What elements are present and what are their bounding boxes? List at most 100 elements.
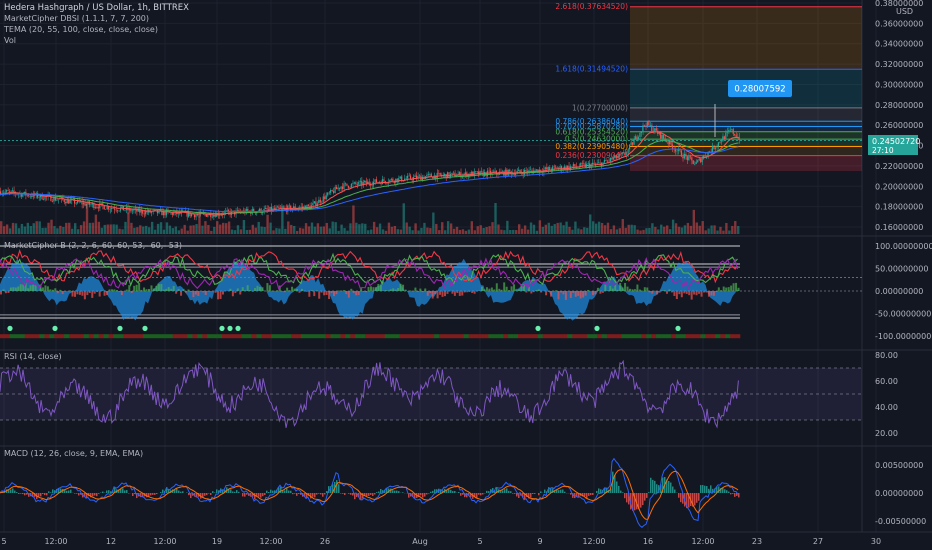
mcb-moneyflow-bar — [594, 291, 597, 295]
candle-body — [7, 190, 9, 192]
candle-body — [458, 172, 460, 175]
candle-body — [236, 210, 238, 211]
mcb-moneyflow-bar — [239, 291, 242, 295]
mcb-trend-strip — [113, 334, 119, 339]
mcb-trend-strip — [414, 334, 420, 339]
mcb-moneyflow-bar — [370, 286, 372, 291]
mcb-moneyflow-bar — [434, 291, 437, 295]
volume-bar — [278, 228, 281, 234]
mcb-trend-strip — [152, 334, 159, 339]
indicator-rsi[interactable]: RSI (14, close) — [4, 352, 62, 361]
volume-bar — [233, 230, 237, 234]
volume-bar — [260, 226, 263, 234]
volume-bar — [82, 221, 86, 234]
volume-bar — [594, 223, 598, 234]
candle-body — [190, 213, 193, 217]
indicator-dbsi[interactable]: MarketCipher DBSI (1.1.1, 7, 7, 200) — [4, 14, 149, 23]
fib-label: 2.618(0.37634520) — [555, 2, 628, 11]
volume-bar — [307, 226, 311, 234]
mcb-trend-strip — [93, 334, 99, 339]
mcb-trend-strip — [9, 334, 16, 339]
mcb-trend-strip — [636, 334, 642, 339]
mcb-moneyflow-bar — [537, 289, 540, 291]
macd-histogram-bar — [14, 490, 16, 493]
candle-body — [325, 195, 327, 200]
volume-bar — [686, 222, 690, 234]
mcb-trend-strip — [735, 334, 741, 339]
volume-bar — [449, 223, 453, 234]
macd-histogram-bar — [538, 493, 540, 496]
mcb-trend-strip — [478, 334, 484, 339]
volume-bar — [38, 221, 41, 234]
volume-bar — [636, 229, 639, 234]
volume-bar — [222, 222, 225, 234]
candle-body — [729, 129, 731, 131]
macd-histogram-bar — [596, 490, 598, 493]
mcb-trend-strip — [78, 334, 85, 339]
indicator-tema[interactable]: TEMA (20, 55, 100, close, close, close) — [3, 25, 158, 34]
mcb-moneyflow-bar — [426, 291, 429, 296]
volume-bar — [242, 219, 246, 234]
macd-histogram-bar — [206, 493, 208, 496]
indicator-mcb[interactable]: MarketCipher B (2, 2, 6, 60, 60, 53, -60… — [4, 241, 182, 250]
mcb-moneyflow-bar — [555, 290, 557, 291]
mcb-moneyflow-bar — [96, 291, 99, 293]
macd-histogram-bar — [532, 493, 534, 494]
volume-bar — [482, 228, 485, 234]
candle-body — [624, 152, 626, 155]
macd-histogram-bar — [270, 489, 272, 493]
macd-histogram-bar — [586, 493, 588, 499]
indicator-macd[interactable]: MACD (12, 26, close, 9, EMA, EMA) — [4, 449, 143, 458]
symbol-title[interactable]: Hedera Hashgraph / US Dollar, 1h, BITTRE… — [4, 3, 189, 13]
macd-histogram-bar — [68, 490, 70, 493]
candle-body — [639, 132, 641, 138]
mcb-axis-label: 0.00000000 — [875, 287, 923, 296]
candle-body — [26, 194, 28, 196]
macd-histogram-bar — [370, 493, 372, 495]
macd-histogram-bar — [38, 493, 40, 497]
volume-bar — [648, 227, 651, 234]
mcb-moneyflow-bar — [165, 288, 168, 291]
mcb-moneyflow-bar — [318, 291, 321, 299]
mcb-buy-dot — [235, 325, 241, 331]
candle-body — [269, 206, 271, 210]
macd-histogram-bar — [126, 490, 128, 493]
mcb-moneyflow-bar — [355, 291, 358, 296]
macd-histogram-bar — [670, 482, 672, 493]
mcb-trend-strip — [379, 334, 386, 339]
volume-bar — [411, 230, 414, 234]
macd-histogram-bar — [162, 489, 164, 493]
mcb-moneyflow-bar — [330, 291, 333, 294]
candle-body — [553, 166, 555, 168]
candle-body — [407, 175, 409, 179]
volume-bar — [88, 222, 92, 234]
chart-canvas[interactable]: 2.618(0.37634520) 1.618(0.31494520) 1(0.27… — [0, 0, 932, 550]
mcb-trend-strip — [108, 334, 114, 339]
mcb-moneyflow-bar — [712, 291, 715, 296]
macd-histogram-bar — [600, 489, 602, 493]
candle-body — [359, 180, 361, 182]
mcb-moneyflow-bar — [130, 291, 133, 293]
volume-bar — [130, 222, 133, 234]
mcb-moneyflow-bar — [453, 291, 456, 296]
macd-histogram-bar — [78, 493, 80, 496]
candle-body — [381, 179, 384, 185]
mcb-moneyflow-bar — [466, 291, 469, 293]
mcb-moneyflow-bar — [698, 291, 701, 294]
indicator-vol[interactable]: Vol — [4, 36, 16, 45]
mcb-trend-strip — [345, 334, 351, 339]
volume-bar — [364, 223, 367, 234]
macd-histogram-bar — [322, 493, 324, 497]
mcb-trend-strip — [527, 334, 534, 339]
mcb-trend-strip — [424, 334, 430, 339]
macd-histogram-bar — [618, 485, 620, 493]
candle-body — [612, 157, 614, 160]
mcb-moneyflow-bar — [345, 291, 348, 295]
macd-histogram-bar — [52, 489, 54, 493]
volume-bar — [171, 228, 175, 234]
mcb-moneyflow-bar — [7, 291, 10, 294]
candle-body — [383, 179, 385, 182]
macd-histogram-bar — [264, 493, 266, 496]
candle-body — [143, 213, 145, 215]
volume-bar — [224, 223, 228, 234]
